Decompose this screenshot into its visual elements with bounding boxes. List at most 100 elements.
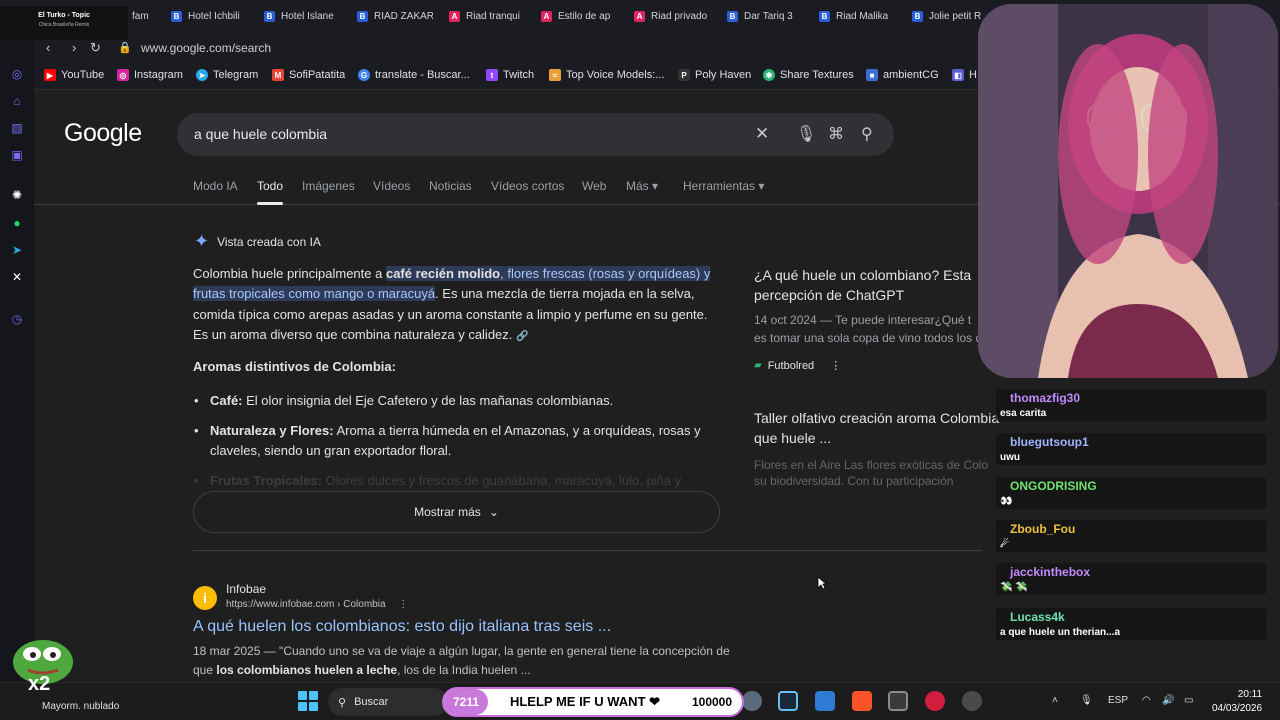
x-icon[interactable]: ✕ (8, 268, 26, 286)
more-options-icon[interactable]: ⋮ (398, 599, 408, 610)
gx-corner-icon[interactable]: ▨ (8, 119, 26, 137)
battery-icon[interactable]: ▭ (1184, 695, 1193, 706)
chatgpt-icon[interactable]: ✺ (8, 186, 26, 204)
bookmark-twitch[interactable]: t Twitch (486, 69, 534, 81)
result-site-name[interactable]: Infobae (226, 582, 266, 596)
link-icon[interactable]: 🔗 (516, 331, 528, 342)
tab-todo[interactable]: Todo (257, 179, 283, 193)
bookmark-poly-haven[interactable]: P Poly Haven (678, 69, 751, 81)
source-card[interactable]: ¿A qué huele un colombiano? Esta percepc… (754, 265, 994, 395)
card-source-name: Futbolred (767, 359, 815, 372)
microphone-icon[interactable]: 🎙 (796, 124, 816, 144)
volume-icon[interactable]: 🔊 (1162, 695, 1174, 706)
bookmark-ambientcg[interactable]: ■ ambientCG (866, 69, 939, 81)
tab-6[interactable]: A Estilo de ap (541, 7, 617, 25)
bookmark-instagram[interactable]: ◎ Instagram (117, 69, 183, 81)
tab-herramientas[interactable]: Herramientas ▾ (683, 179, 764, 193)
reload-icon[interactable]: ↻ (90, 40, 101, 56)
opera-gx-icon[interactable] (925, 691, 945, 711)
tab-7[interactable]: A Riad privado (634, 7, 710, 25)
tab-label: Estilo de ap (558, 10, 611, 22)
taskbar-search[interactable]: ⚲ Buscar (328, 688, 448, 716)
bullet-bold: Naturaleza y Flores: (210, 423, 334, 438)
tab-web[interactable]: Web (582, 179, 606, 193)
bookmark-telegram[interactable]: ➤ Telegram (196, 69, 258, 81)
tab-9[interactable]: B Riad Malika (819, 7, 895, 25)
wifi-icon[interactable]: ◠ (1142, 695, 1151, 706)
bookmark-share-textures[interactable]: ✱ Share Textures (763, 69, 854, 81)
music-widget[interactable]: El Turko - Topic Chica Brasileña Remix (0, 6, 128, 40)
tab-videos[interactable]: Vídeos (373, 179, 410, 193)
whatsapp-icon[interactable]: ● (8, 214, 26, 232)
source-card[interactable]: Taller olfativo creación aroma Colombia … (754, 408, 999, 488)
lens-icon[interactable]: ⌘ (828, 124, 844, 144)
result-snippet: 18 mar 2025 — "Cuando uno se va de viaje… (193, 642, 733, 680)
tab-modo-ia[interactable]: Modo IA (193, 179, 238, 193)
booking-icon: B (912, 10, 923, 22)
ambientcg-icon: ■ (866, 69, 878, 81)
tab-label: Dar Tariq 3 (744, 10, 793, 22)
chevron-up-icon[interactable]: ˄ (1052, 695, 1058, 706)
aria-icon[interactable]: ◎ (8, 65, 26, 83)
google-logo[interactable]: Google (64, 119, 142, 148)
tab-1[interactable]: fam (132, 7, 154, 25)
chat-text: uwu (1000, 452, 1020, 463)
tab-2[interactable]: B Hotel Ichbili (171, 7, 247, 25)
booking-icon: B (171, 10, 182, 22)
telegram-icon: ➤ (196, 69, 208, 81)
settings-app-icon[interactable] (742, 691, 762, 711)
result-title-link[interactable]: A qué huelen los colombianos: esto dijo … (193, 618, 611, 636)
bookmark-youtube[interactable]: ▶ YouTube (44, 69, 104, 81)
clock-time: 20:11 (1237, 689, 1263, 700)
back-icon[interactable]: ‹ (46, 40, 50, 55)
tab-8[interactable]: B Dar Tariq 3 (727, 7, 799, 25)
search-input[interactable]: a que huele colombia (194, 126, 327, 142)
brave-icon[interactable] (852, 691, 872, 711)
tab-noticias[interactable]: Noticias (429, 179, 472, 193)
result-date: 18 mar 2025 (193, 644, 261, 658)
tab-10[interactable]: B Jolie petit R (912, 7, 988, 25)
clock[interactable]: 20:11 04/03/2026 (1212, 688, 1262, 716)
tab-mas[interactable]: Más ▾ (626, 179, 658, 193)
list-item: • Café: El olor insignia del Eje Cafeter… (194, 391, 720, 411)
windows-start-icon[interactable] (298, 691, 318, 711)
clear-icon[interactable]: ✕ (755, 124, 769, 144)
show-more-button[interactable]: Mostrar más ⌄ (193, 491, 720, 533)
telegram-icon[interactable]: ➤ (8, 241, 26, 259)
infobae-icon: i (193, 586, 217, 610)
keyboard-language[interactable]: ESP (1108, 695, 1128, 706)
result-url[interactable]: https://www.infobae.com › Colombia ⋮ (226, 599, 408, 610)
tab-imagenes[interactable]: Imágenes (302, 179, 355, 193)
obs-icon[interactable] (962, 691, 982, 711)
steam-icon[interactable] (778, 691, 798, 711)
tab-3[interactable]: B Hotel Islane (264, 7, 338, 25)
bookmark-label: H (969, 69, 977, 81)
lock-icon[interactable]: 🔒 (118, 41, 132, 54)
webcam-overlay (978, 4, 1278, 378)
tab-label: Riad tranqui (466, 10, 520, 22)
url-field[interactable]: www.google.com/search (141, 41, 271, 55)
search-box[interactable]: a que huele colombia ✕ 🎙 ⌘ ⚲ (177, 113, 894, 156)
bookmark-top-voice-models[interactable]: ≈ Top Voice Models:... (549, 69, 664, 81)
calculator-icon[interactable] (888, 691, 908, 711)
list-item: • Naturaleza y Flores: Aroma a tierra hú… (194, 421, 720, 461)
bookmark-translate[interactable]: Gtranslate - Buscar... (358, 69, 470, 81)
weather-widget[interactable]: Mayorm. nublado (42, 701, 119, 712)
more-options-icon[interactable]: ⋮ (830, 359, 841, 372)
forward-icon[interactable]: › (72, 40, 76, 55)
tab-label: Jolie petit R (929, 10, 982, 22)
ai-highlight-bold: café recién molido (385, 266, 501, 281)
twitch-sidebar-icon[interactable]: ▣ (8, 146, 26, 164)
history-icon[interactable]: ◷ (8, 310, 26, 328)
chat-text: esa carita (1000, 408, 1047, 419)
bookmark-h[interactable]: ◧ H (952, 69, 977, 81)
tab-videos-cortos[interactable]: Vídeos cortos (491, 179, 564, 193)
microphone-icon[interactable]: 🎙 (1080, 695, 1093, 706)
snippet-text: , los de la India huelen ... (397, 663, 531, 677)
search-icon[interactable]: ⚲ (861, 124, 873, 144)
tab-5[interactable]: A Riad tranqui (449, 7, 525, 25)
gx-control-icon[interactable]: ⌂ (8, 92, 26, 110)
notepad-icon[interactable] (815, 691, 835, 711)
tab-4[interactable]: B RIAD ZAKAR (357, 7, 433, 25)
bookmark-sofipatatita[interactable]: M SofiPatatita (272, 69, 345, 81)
